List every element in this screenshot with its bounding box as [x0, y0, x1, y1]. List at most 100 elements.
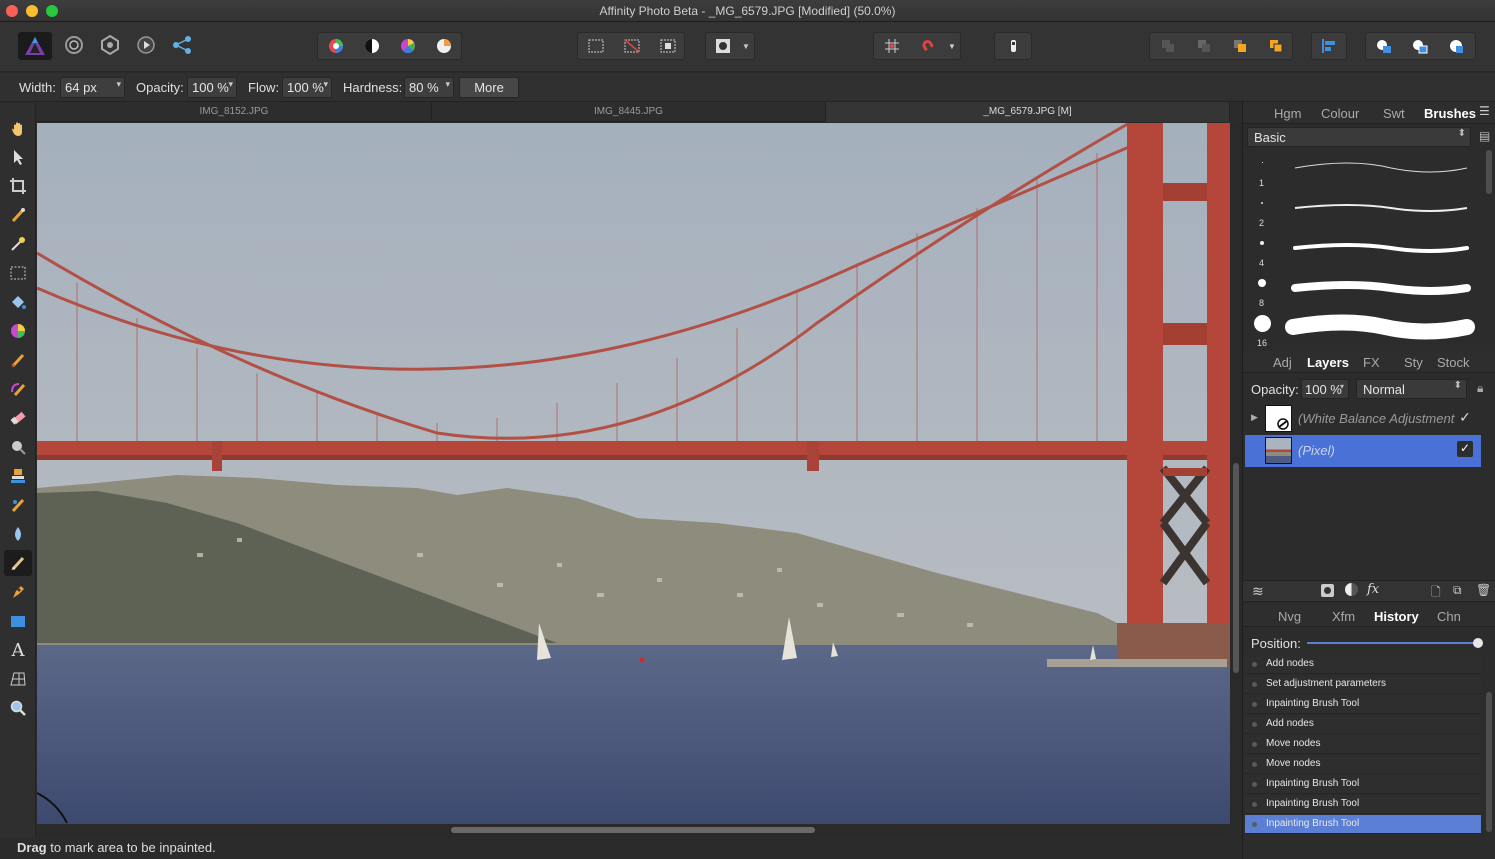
brush-item[interactable]: 2 — [1245, 190, 1483, 230]
quick-mask-icon[interactable] — [706, 33, 740, 59]
tab-styles[interactable]: Sty — [1404, 355, 1423, 370]
layer-row-pixel[interactable]: (Pixel) ✓ — [1245, 435, 1481, 467]
tab-stock[interactable]: Stock — [1437, 355, 1470, 370]
crop-tool-icon[interactable] — [4, 173, 32, 199]
intersect-shape-icon[interactable] — [1438, 33, 1474, 59]
brush-list-menu-icon[interactable]: ▤ — [1479, 129, 1490, 143]
history-item[interactable]: Inpainting Brush Tool — [1245, 695, 1481, 714]
history-scroll-thumb[interactable] — [1486, 692, 1492, 832]
add-shape-icon[interactable] — [1366, 33, 1402, 59]
tab-transform[interactable]: Xfm — [1332, 609, 1355, 624]
move-to-back-icon[interactable] — [1150, 33, 1186, 59]
view-tool-hand-icon[interactable] — [4, 116, 32, 142]
move-back-one-icon[interactable] — [1186, 33, 1222, 59]
horizontal-scrollbar[interactable] — [37, 824, 1230, 836]
mesh-warp-tool-icon[interactable] — [4, 666, 32, 692]
invert-selection-icon[interactable] — [650, 33, 686, 59]
export-persona-icon[interactable] — [164, 32, 200, 58]
paint-brush-tool-icon[interactable] — [4, 347, 32, 373]
layer-row-white-balance[interactable]: ▶ (White Balance Adjustment ✓ — [1245, 403, 1481, 435]
snapping-magnet-icon[interactable] — [910, 33, 946, 59]
tab-colour[interactable]: Colour — [1321, 106, 1359, 121]
flood-select-tool-icon[interactable] — [4, 231, 32, 257]
history-item[interactable]: Add nodes — [1245, 715, 1481, 734]
brush-list-scroll-thumb[interactable] — [1486, 150, 1492, 194]
delete-layer-icon[interactable]: 🗑︎ — [1476, 583, 1491, 597]
history-item[interactable]: Inpainting Brush Tool — [1245, 775, 1481, 794]
expand-triangle-icon[interactable]: ▶ — [1251, 412, 1258, 423]
tab-layers[interactable]: Layers — [1307, 355, 1349, 370]
healing-brush-tool-icon[interactable] — [4, 492, 32, 518]
text-tool-icon[interactable]: A — [4, 637, 32, 663]
assistant-icon[interactable] — [995, 33, 1031, 59]
layer-opacity-field[interactable]: 100 % ▾ — [1301, 379, 1349, 399]
dodge-brush-tool-icon[interactable] — [4, 434, 32, 460]
brush-item[interactable]: 4 — [1245, 230, 1483, 270]
history-item[interactable]: Inpainting Brush Tool — [1245, 815, 1481, 834]
photo-persona-icon[interactable] — [18, 32, 52, 60]
deselect-icon[interactable] — [614, 33, 650, 59]
flow-field[interactable]: 100 % ▾ — [282, 77, 332, 98]
tab-history[interactable]: History — [1374, 609, 1419, 624]
selection-brush-tool-icon[interactable] — [4, 202, 32, 228]
develop-persona-icon[interactable] — [92, 32, 128, 58]
add-layer-icon[interactable]: 🗋︎ — [1431, 583, 1441, 604]
history-position-knob[interactable] — [1473, 638, 1483, 648]
brush-category-select[interactable]: Basic ⬍ — [1247, 127, 1471, 147]
auto-colour-icon[interactable] — [390, 33, 426, 59]
color-replacement-tool-icon[interactable] — [4, 376, 32, 402]
align-icon[interactable] — [1312, 33, 1346, 59]
history-position-slider[interactable] — [1307, 638, 1483, 648]
marquee-tool-icon[interactable] — [4, 260, 32, 286]
opacity-field[interactable]: 100 % ▾ — [187, 77, 237, 98]
doc-tab-img-8152[interactable]: IMG_8152.JPG — [37, 102, 432, 122]
document-canvas[interactable] — [37, 123, 1230, 824]
move-forward-one-icon[interactable] — [1222, 33, 1258, 59]
tab-channels[interactable]: Chn — [1437, 609, 1461, 624]
duplicate-layer-icon[interactable]: ⧉ — [1453, 583, 1462, 598]
blur-brush-tool-icon[interactable] — [4, 521, 32, 547]
width-field[interactable]: 64 px ▾ — [60, 77, 125, 98]
vertical-scroll-thumb[interactable] — [1233, 463, 1239, 673]
history-item[interactable]: Move nodes — [1245, 755, 1481, 774]
levels-icon[interactable] — [318, 33, 354, 59]
history-item[interactable]: Add nodes — [1245, 655, 1481, 674]
history-item[interactable]: Inpainting Brush Tool — [1245, 795, 1481, 814]
rectangle-tool-icon[interactable] — [4, 608, 32, 634]
brush-item[interactable]: 8 — [1245, 270, 1483, 310]
clone-tool-icon[interactable] — [4, 463, 32, 489]
layer-visibility-checkbox[interactable]: ✓ — [1457, 409, 1473, 425]
layers-stack-icon[interactable]: ≋ — [1252, 583, 1264, 600]
gradient-tool-icon[interactable] — [4, 318, 32, 344]
brush-item[interactable]: 1 — [1245, 150, 1483, 190]
tab-brushes[interactable]: Brushes — [1424, 106, 1476, 121]
adjustment-layer-icon[interactable] — [1345, 583, 1358, 596]
subtract-shape-icon[interactable] — [1402, 33, 1438, 59]
chevron-down-icon[interactable]: ▼ — [944, 33, 960, 59]
auto-contrast-icon[interactable] — [354, 33, 390, 59]
inpainting-brush-tool-icon[interactable] — [4, 550, 32, 576]
fx-icon[interactable]: fx — [1367, 582, 1379, 597]
flood-fill-tool-icon[interactable] — [4, 289, 32, 315]
doc-tab-mg-6579[interactable]: _MG_6579.JPG [M] — [826, 102, 1230, 122]
tab-histogram[interactable]: Hgm — [1274, 106, 1301, 121]
horizontal-scroll-thumb[interactable] — [451, 827, 815, 833]
tab-navigator[interactable]: Nvg — [1278, 609, 1301, 624]
grid-icon[interactable] — [874, 33, 910, 59]
history-item[interactable]: Set adjustment parameters — [1245, 675, 1481, 694]
assistant-group[interactable] — [994, 32, 1032, 60]
move-to-front-icon[interactable] — [1258, 33, 1294, 59]
mask-layer-icon[interactable] — [1321, 584, 1334, 597]
layer-visibility-checkbox[interactable]: ✓ — [1457, 441, 1473, 457]
quick-mask-group[interactable]: ▼ — [705, 32, 755, 60]
hardness-field[interactable]: 80 % ▾ — [404, 77, 454, 98]
doc-tab-img-8445[interactable]: IMG_8445.JPG — [432, 102, 826, 122]
tab-swatches[interactable]: Swt — [1383, 106, 1405, 121]
brush-item[interactable]: 16 — [1245, 310, 1483, 350]
blend-mode-select[interactable]: Normal ⬍ — [1356, 379, 1467, 399]
liquify-persona-icon[interactable] — [56, 32, 92, 58]
move-tool-icon[interactable] — [4, 144, 32, 170]
pen-tool-icon[interactable] — [4, 579, 32, 605]
history-item[interactable]: Move nodes — [1245, 735, 1481, 754]
tab-adjustments[interactable]: Adj — [1273, 355, 1292, 370]
